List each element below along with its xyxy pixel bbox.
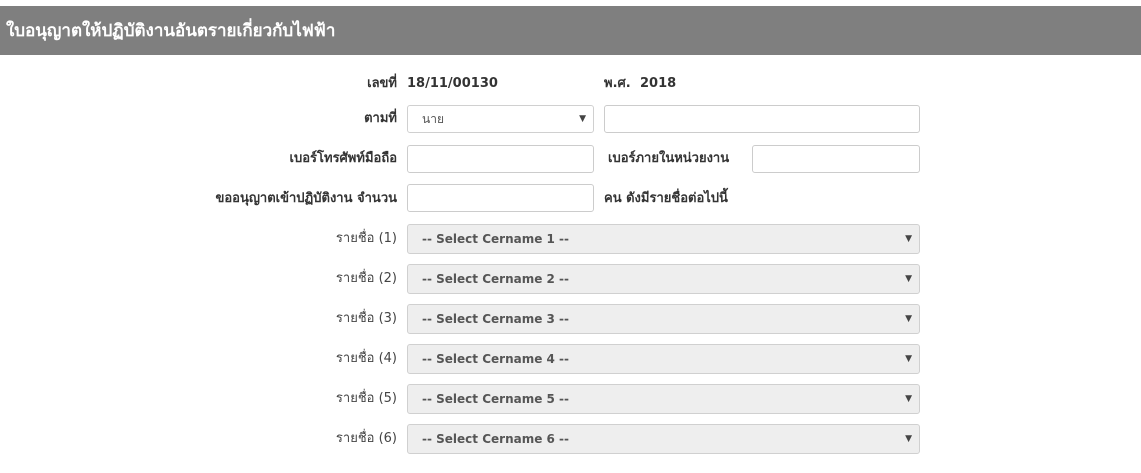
triangle-down-icon: ▼ — [579, 114, 586, 124]
name-select-2[interactable]: -- Select Cername 2 -- ▼ — [407, 264, 920, 294]
name-label-2: รายชื่อ (2) — [335, 271, 397, 286]
name-input[interactable] — [604, 105, 920, 133]
name-select-4-value: -- Select Cername 4 -- — [422, 352, 570, 366]
triangle-down-icon: ▼ — [905, 234, 912, 244]
name-label-4: รายชื่อ (4) — [335, 351, 397, 366]
per-label: ตามที่ — [364, 111, 397, 126]
name-select-1-value: -- Select Cername 1 -- — [422, 232, 570, 246]
triangle-down-icon: ▼ — [905, 434, 912, 444]
name-select-6-value: -- Select Cername 6 -- — [422, 432, 570, 446]
triangle-down-icon: ▼ — [905, 314, 912, 324]
request-suffix: คน ดังมีรายชื่อต่อไปนี้ — [604, 191, 728, 206]
triangle-down-icon: ▼ — [905, 274, 912, 284]
mobile-label: เบอร์โทรศัพท์มือถือ — [289, 151, 397, 166]
mobile-input[interactable] — [407, 145, 594, 173]
name-select-5[interactable]: -- Select Cername 5 -- ▼ — [407, 384, 920, 414]
name-select-2-value: -- Select Cername 2 -- — [422, 272, 570, 286]
number-label: เลขที่ — [367, 76, 397, 91]
name-select-3-value: -- Select Cername 3 -- — [422, 312, 570, 326]
name-select-3[interactable]: -- Select Cername 3 -- ▼ — [407, 304, 920, 334]
title-select-value: นาย — [422, 111, 444, 126]
name-label-6: รายชื่อ (6) — [335, 431, 397, 446]
name-select-4[interactable]: -- Select Cername 4 -- ▼ — [407, 344, 920, 374]
page-header: ใบอนุญาตให้ปฏิบัติงานอันตรายเกี่ยวกับไฟฟ… — [0, 6, 1141, 55]
triangle-down-icon: ▼ — [905, 394, 912, 404]
year-label: พ.ศ. — [604, 76, 631, 91]
name-label-3: รายชื่อ (3) — [335, 311, 397, 326]
name-select-6[interactable]: -- Select Cername 6 -- ▼ — [407, 424, 920, 454]
request-label: ขออนุญาตเข้าปฏิบัติงาน จำนวน — [215, 191, 397, 206]
internal-label: เบอร์ภายในหน่วยงาน — [608, 151, 730, 166]
year-value: 2018 — [640, 76, 677, 91]
name-label-5: รายชื่อ (5) — [335, 391, 397, 406]
name-label-1: รายชื่อ (1) — [335, 231, 397, 246]
number-value: 18/11/00130 — [407, 76, 498, 91]
triangle-down-icon: ▼ — [905, 354, 912, 364]
page-title: ใบอนุญาตให้ปฏิบัติงานอันตรายเกี่ยวกับไฟฟ… — [6, 21, 336, 41]
title-select[interactable]: นาย ▼ — [407, 105, 594, 133]
internal-phone-input[interactable] — [752, 145, 920, 173]
request-count-input[interactable] — [407, 184, 594, 212]
name-select-1[interactable]: -- Select Cername 1 -- ▼ — [407, 224, 920, 254]
name-select-5-value: -- Select Cername 5 -- — [422, 392, 570, 406]
